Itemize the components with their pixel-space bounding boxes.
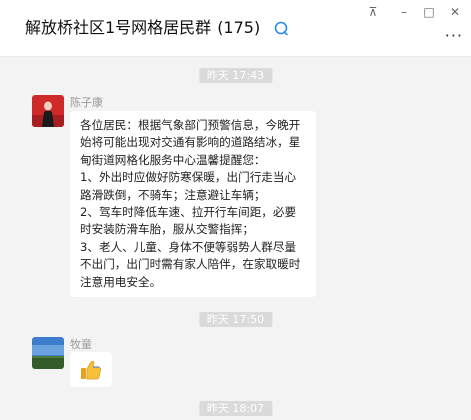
sender-name: 陈子康 xyxy=(70,96,103,109)
chat-window: 解放桥社区1号网格居民群 (175) ⊼ – □ ✕ ··· 昨天 17:43 陈… xyxy=(0,0,471,420)
group-name: 解放桥社区1号网格居民群 xyxy=(25,18,212,37)
timestamp: 昨天 18:07 xyxy=(198,401,273,416)
group-chat-icon[interactable] xyxy=(273,20,289,36)
more-options-button[interactable]: ··· xyxy=(445,28,463,44)
timestamp: 昨天 17:43 xyxy=(198,68,273,83)
minimize-button[interactable]: – xyxy=(394,2,414,22)
timestamp: 昨天 17:50 xyxy=(198,312,273,327)
message-text: 各位居民：根据气象部门预警信息，今晚开 始将可能出现对交通有影响的道路结冰，星 … xyxy=(80,118,301,289)
maximize-button[interactable]: □ xyxy=(419,2,439,22)
message-bubble[interactable] xyxy=(70,352,112,387)
group-title[interactable]: 解放桥社区1号网格居民群 (175) xyxy=(25,17,289,39)
message-list[interactable]: 昨天 17:43 陈子康 各位居民：根据气象部门预警信息，今晚开 始将可能出现对… xyxy=(0,57,471,420)
member-count: (175) xyxy=(217,18,261,37)
avatar-photo xyxy=(32,337,64,369)
avatar[interactable] xyxy=(32,337,64,369)
pin-button[interactable]: ⊼ xyxy=(363,2,383,22)
thumbs-up-icon xyxy=(81,360,101,380)
close-button[interactable]: ✕ xyxy=(445,2,465,22)
avatar-photo xyxy=(32,95,64,127)
title-bar: 解放桥社区1号网格居民群 (175) ⊼ – □ ✕ ··· xyxy=(0,0,471,56)
sender-name: 牧童 xyxy=(70,338,92,351)
message-bubble[interactable]: 各位居民：根据气象部门预警信息，今晚开 始将可能出现对交通有影响的道路结冰，星 … xyxy=(70,111,316,298)
avatar[interactable] xyxy=(32,95,64,127)
